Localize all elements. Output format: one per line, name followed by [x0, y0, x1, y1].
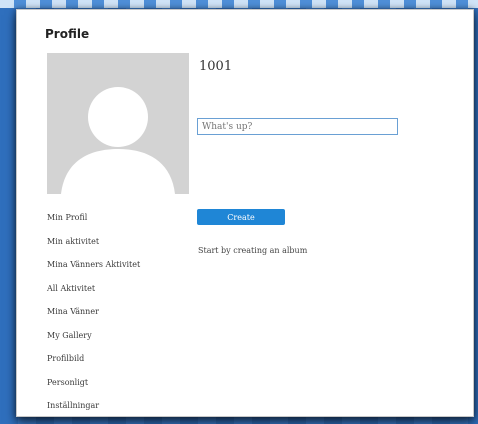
- nav-item-min-profil[interactable]: Min Profil: [47, 213, 140, 237]
- background-stripe: [0, 0, 478, 8]
- nav-item-profile-picture[interactable]: Profilbild: [47, 354, 140, 378]
- page-title: Profile: [45, 27, 90, 41]
- profile-window: Profile 1001 Create Start by creating an…: [16, 9, 474, 417]
- nav-item-gallery[interactable]: My Gallery: [47, 331, 140, 355]
- username: 1001: [199, 59, 233, 74]
- profile-nav-menu: Min Profil Min aktivitet Mina Vänners Ak…: [47, 213, 140, 416]
- nav-item-min-aktivitet[interactable]: Min aktivitet: [47, 237, 140, 261]
- avatar: [47, 53, 189, 194]
- create-album-button[interactable]: Create: [197, 209, 285, 225]
- nav-item-friends-activity[interactable]: Mina Vänners Aktivitet: [47, 260, 140, 284]
- user-silhouette-icon: [47, 53, 189, 194]
- nav-item-all-activity[interactable]: All Aktivitet: [47, 284, 140, 308]
- album-hint: Start by creating an album: [198, 246, 308, 255]
- nav-item-settings[interactable]: Inställningar: [47, 401, 140, 416]
- nav-item-friends[interactable]: Mina Vänner: [47, 307, 140, 331]
- nav-item-personal[interactable]: Personligt: [47, 378, 140, 402]
- status-input[interactable]: [197, 118, 398, 135]
